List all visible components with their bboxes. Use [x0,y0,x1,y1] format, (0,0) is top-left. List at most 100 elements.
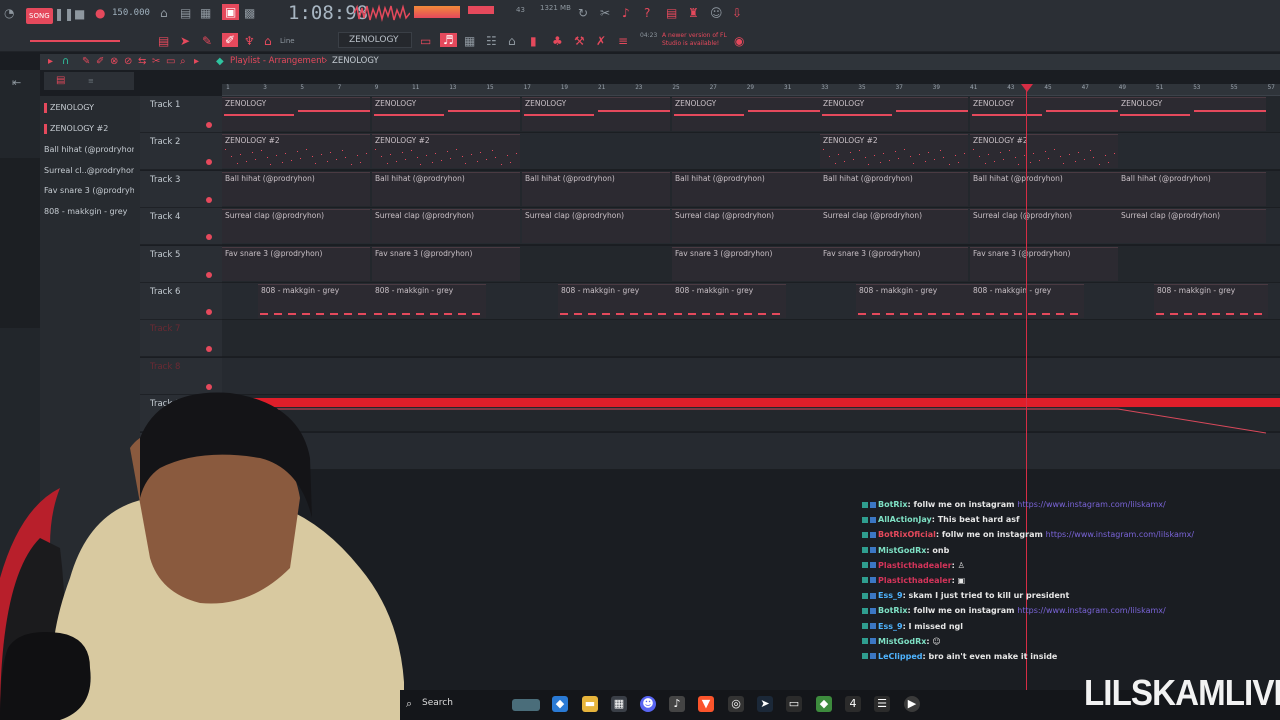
track-mute-led[interactable] [206,159,212,166]
pattern-item[interactable]: 808 - makkgin - grey [44,204,134,220]
pattern-item[interactable]: ZENOLOGY #2 [44,121,134,137]
paint-tool-icon[interactable]: ✐ [96,55,104,69]
store-icon[interactable]: ▦ [611,696,627,712]
snap-icon[interactable]: ⌂ [264,34,272,48]
master-volume-slider[interactable] [30,40,120,42]
pattern-clip[interactable]: ZENOLOGY #2 [970,134,1118,169]
browser-icon[interactable]: ⌂ [508,34,516,48]
chat-icon[interactable]: ☺ [710,6,723,20]
pattern-clip[interactable]: ZENOLOGY [970,97,1118,131]
pattern-clip[interactable]: Ball hihat (@prodryhon) [372,171,520,206]
track-mute-led[interactable] [206,346,212,353]
chat-username[interactable]: BotRix [878,606,907,615]
pattern-clip[interactable]: Surreal clap (@prodryhon) [222,209,370,244]
pattern-clip[interactable]: ZENOLOGY [1118,97,1266,131]
wrench-icon[interactable]: ✗ [596,34,606,48]
pattern-menu-icon[interactable]: ▤ [56,74,65,88]
pattern-clip[interactable]: ZENOLOGY [222,97,370,131]
track-header[interactable]: Track 1 [140,96,222,133]
capture-icon[interactable]: ☰ [874,696,890,712]
pattern-clip[interactable]: ZENOLOGY #2 [222,134,370,169]
track-header[interactable]: Track 6 [140,283,222,320]
track-mute-led[interactable] [206,309,212,315]
pattern-clip[interactable]: 808 - makkgin - grey [672,284,786,318]
track-mute-led[interactable] [206,196,212,203]
track-lane[interactable]: Ball hihat (@prodryhon) Ball hihat (@prod… [222,170,1280,208]
record-icon[interactable]: ● [95,6,105,20]
chat-username[interactable]: AllActionJay [878,515,932,524]
piano-roll-icon[interactable]: ▭ [420,34,431,48]
pattern-clip[interactable]: Fav snare 3 (@prodryhon) [820,246,968,281]
song-mode-button[interactable]: SONG [26,8,53,24]
obs-icon[interactable]: ◎ [728,696,744,712]
update-icon[interactable]: ◉ [734,34,744,48]
chat-username[interactable]: Plasticthadealer [878,561,952,570]
pattern-clip[interactable]: ZENOLOGY [522,97,670,131]
magnet-icon[interactable]: ♆ [244,34,255,48]
pattern-clip[interactable]: 808 - makkgin - grey [372,284,486,318]
track-mute-led[interactable] [206,234,212,241]
pattern-clip[interactable]: Ball hihat (@prodryhon) [1118,171,1266,206]
blend-icon[interactable]: ▩ [244,6,255,20]
pattern-clip[interactable]: Surreal clap (@prodryhon) [522,209,670,244]
pattern-item[interactable]: Surreal cl..@prodryhon) [44,163,134,179]
pattern-clip[interactable]: Ball hihat (@prodryhon) [672,171,820,206]
pattern-clip[interactable]: ZENOLOGY #2 [820,134,968,169]
metronome-icon[interactable]: ⌂ [160,6,168,20]
playhead-marker-icon[interactable] [1021,84,1033,92]
pattern-clip[interactable]: 808 - makkgin - grey [558,284,672,318]
playback-tool-icon[interactable]: ▸ [194,55,199,69]
channel-rack-icon[interactable]: ♬ [440,33,457,47]
pause-icon[interactable]: ❚❚ [54,7,74,21]
playlist-icon[interactable]: ▤ [158,34,169,48]
track-header[interactable]: Track 4 [140,208,222,246]
countdown-icon[interactable]: ▦ [200,6,211,20]
tempo-display[interactable]: 150.000 [112,8,150,18]
copilot-icon[interactable]: ◆ [552,696,568,712]
discord-icon[interactable]: ☻ [640,696,656,712]
eq-icon[interactable]: ☷ [486,34,497,48]
snap-select[interactable]: Line [280,37,295,45]
track-header[interactable]: Track 2 [140,133,222,171]
pattern-clip[interactable]: Ball hihat (@prodryhon) [522,171,670,206]
pattern-selector[interactable]: ZENOLOGY [338,32,412,48]
track-header[interactable]: Track 5 [140,245,222,283]
slip-tool-icon[interactable]: ⇆ [138,55,146,69]
zoom-tool-icon[interactable]: ⌕ [180,55,186,69]
track-lane[interactable]: 808 - makkgin - grey 808 - makkgin - grey… [222,283,1280,320]
search-highlight-icon[interactable] [512,699,540,711]
pattern-clip[interactable]: Surreal clap (@prodryhon) [970,209,1118,244]
loop-record-icon[interactable]: ▣ [222,4,240,20]
pencil-icon[interactable]: ✎ [202,34,212,48]
undo-icon[interactable]: ↻ [578,6,588,20]
chat-username[interactable]: LeClipped [878,652,922,661]
track-header[interactable]: Track 7 [140,320,222,358]
pattern-clip[interactable]: Surreal clap (@prodryhon) [372,209,520,244]
pattern-item[interactable]: Ball hihat (@prodryhon) [44,142,134,158]
paint-icon[interactable]: ✐ [222,33,239,47]
app-icon[interactable]: ◆ [816,696,832,712]
track-lane[interactable]: ZENOLOGY ZENOLOGY ZENOLOGY ZENOLOGY ZENOLOGY… [222,96,1280,133]
pattern-clip[interactable]: ZENOLOGY [672,97,820,131]
track-lane[interactable]: Surreal clap (@prodryhon) Surreal clap (@… [222,208,1280,246]
draw-tool-icon[interactable]: ✎ [82,55,90,69]
pattern-clip[interactable]: Ball hihat (@prodryhon) [970,171,1118,206]
chat-link[interactable]: https://www.instagram.com/lilskamx/ [1017,500,1165,509]
4k-icon[interactable]: 4 [845,696,861,712]
pattern-clip[interactable]: ZENOLOGY [820,97,968,131]
pattern-clip[interactable]: Surreal clap (@prodryhon) [820,209,968,244]
taskbar-search[interactable]: Search [422,698,453,708]
timeline-ruler[interactable]: 1 3 5 7 9 11 13 15 17 19 21 23 25 27 29 31 33 35 37 39 41 43 4… [222,84,1280,96]
pattern-clip[interactable]: Fav snare 3 (@prodryhon) [672,246,820,281]
pattern-clip[interactable]: ZENOLOGY #2 [372,134,520,169]
plugin-icon[interactable]: ♜ [688,6,699,20]
chat-username[interactable]: BotRix [878,500,907,509]
mute-tool-icon[interactable]: ⊘ [124,55,132,69]
chat-link[interactable]: https://www.instagram.com/lilskamx/ [1046,530,1194,539]
playlist-menu-icon[interactable]: ▸ [48,55,53,69]
project-icon[interactable]: ▮ [530,34,537,48]
pattern-clip[interactable]: Fav snare 3 (@prodryhon) [372,246,520,281]
steam-icon[interactable]: ➤ [757,696,773,712]
pattern-clip[interactable]: 808 - makkgin - grey [856,284,970,318]
chat-username[interactable]: BotRixOficial [878,530,936,539]
